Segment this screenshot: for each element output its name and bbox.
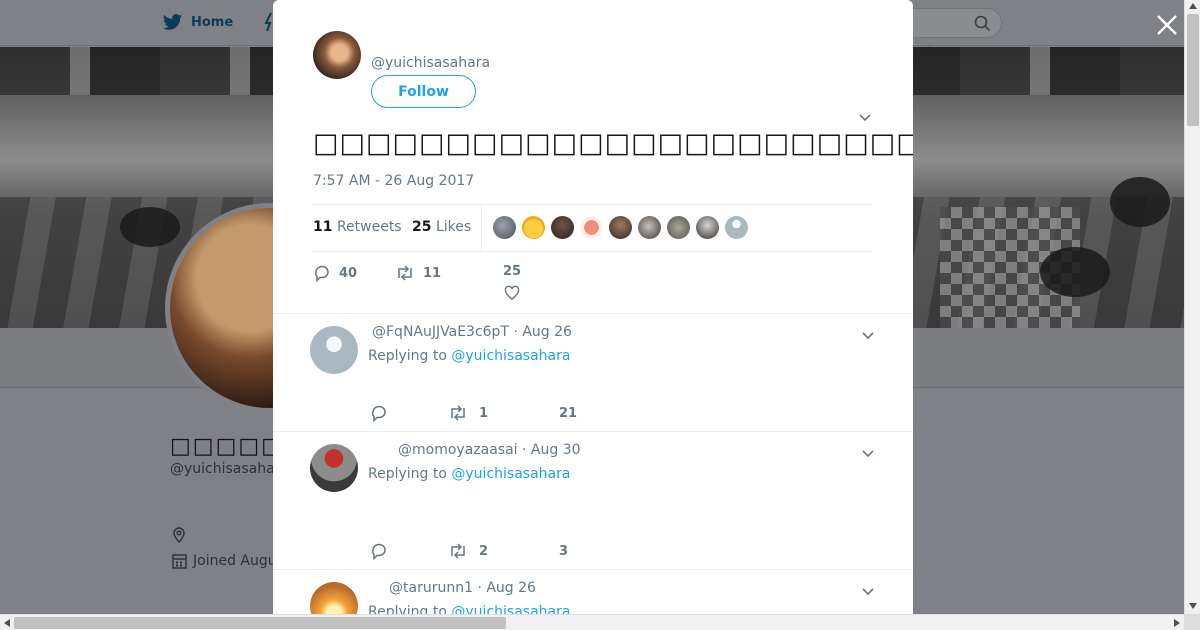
search-input[interactable] [900, 8, 1002, 38]
reply-author[interactable]: @tarurunn1 · Aug 26 [389, 580, 536, 596]
reply-icon[interactable] [370, 404, 388, 422]
reply-count: 40 [339, 265, 358, 281]
joined-text: Joined Augu [193, 553, 277, 569]
retweet-icon[interactable] [448, 404, 468, 422]
replying-prefix: Replying to [368, 348, 447, 364]
chevron-down-icon[interactable] [861, 446, 875, 460]
liker-avatar[interactable] [580, 216, 603, 239]
replying-prefix: Replying to [368, 604, 447, 614]
author-avatar[interactable] [313, 31, 361, 79]
reply-like-count: 21 [559, 406, 578, 421]
liker-avatar[interactable] [696, 216, 719, 239]
reply-item[interactable]: @tarurunn1 · Aug 26 Replying to @yuichis… [273, 569, 913, 614]
liker-avatars [493, 216, 748, 239]
reply-avatar[interactable] [310, 326, 358, 374]
reply-date: · Aug 30 [522, 442, 581, 458]
retweet-button[interactable]: 11 [395, 264, 441, 282]
tweet-text: □□□□□□□□□□□□□□□□□□□□□□□□□□□□□□□□□□□□□□□□… [313, 128, 913, 159]
retweets-label: Retweets [336, 219, 402, 235]
tweet-modal: @yuichisasahara Follow □□□□□□□□□□□□□□□□□… [273, 0, 913, 614]
horizontal-scroll-thumb[interactable] [14, 617, 506, 629]
reply-author[interactable]: @momoyazaasai · Aug 30 [398, 442, 581, 458]
reply-date: · Aug 26 [513, 324, 572, 340]
liker-avatar[interactable] [638, 216, 661, 239]
liker-avatar[interactable] [522, 216, 545, 239]
reply-avatar[interactable] [310, 444, 358, 492]
location-icon [173, 527, 185, 543]
horizontal-scrollbar[interactable] [0, 614, 1184, 630]
retweet-count: 11 [423, 265, 442, 281]
liker-avatar[interactable] [725, 216, 748, 239]
retweets-count: 11 [313, 219, 333, 235]
reply-handle: @momoyazaasai [398, 442, 518, 458]
reply-date: · Aug 26 [477, 580, 536, 596]
reply-like-count: 3 [559, 544, 569, 559]
liker-avatar[interactable] [493, 216, 516, 239]
retweets-stat[interactable]: 11 Retweets [313, 219, 402, 235]
scrollbar-corner [1184, 614, 1200, 630]
author-handle[interactable]: @yuichisasahara [371, 55, 490, 71]
calendar-icon [172, 554, 187, 569]
chevron-down-icon[interactable] [861, 584, 875, 598]
reply-item[interactable]: @FqNAuJJVaE3c6pT · Aug 26 Replying to @y… [273, 313, 913, 432]
reply-handle: @tarurunn1 [389, 580, 473, 596]
retweet-icon [398, 265, 412, 281]
replying-to-link[interactable]: @yuichisasahara [451, 348, 570, 364]
scroll-left-icon[interactable] [4, 619, 10, 627]
tweet-actions: 40 11 25 [313, 264, 873, 304]
profile-handle: @yuichisasahara [170, 461, 290, 477]
liker-avatar[interactable] [667, 216, 690, 239]
reply-retweet-count: 2 [479, 544, 489, 559]
profile-name: □□□□□ [170, 434, 284, 459]
replying-to: Replying to @yuichisasahara [368, 466, 570, 482]
profile-joined: Joined Augu [172, 553, 277, 569]
replying-to: Replying to @yuichisasahara [368, 604, 570, 614]
scroll-up-icon[interactable] [1189, 3, 1197, 9]
tweet-stats: 11 Retweets 25 Likes [313, 204, 873, 252]
twitter-bird-icon [162, 14, 183, 30]
nav-home[interactable]: Home [162, 12, 233, 33]
scroll-right-icon[interactable] [1174, 619, 1180, 627]
replying-to-link[interactable]: @yuichisasahara [451, 466, 570, 482]
reply-handle: @FqNAuJJVaE3c6pT [372, 324, 509, 340]
reply-button[interactable]: 40 [313, 264, 357, 282]
reply-author[interactable]: @FqNAuJJVaE3c6pT · Aug 26 [372, 324, 572, 340]
chevron-down-icon[interactable] [861, 328, 875, 342]
reply-icon[interactable] [370, 542, 388, 560]
nav-home-label: Home [191, 15, 234, 30]
liker-avatar[interactable] [551, 216, 574, 239]
reply-retweet-count: 1 [479, 406, 489, 421]
like-count: 25 [503, 264, 522, 279]
vertical-scrollbar[interactable] [1184, 0, 1200, 614]
search-icon [974, 15, 991, 32]
chevron-down-icon[interactable] [858, 110, 872, 124]
liker-avatar[interactable] [609, 216, 632, 239]
likes-label: Likes [435, 219, 472, 235]
close-icon[interactable] [1154, 12, 1180, 38]
reply-item[interactable]: @momoyazaasai · Aug 30 Replying to @yuic… [273, 431, 913, 570]
likes-count: 25 [412, 219, 432, 235]
vertical-scroll-thumb[interactable] [1187, 14, 1199, 126]
heart-icon [504, 285, 520, 300]
replying-prefix: Replying to [368, 466, 447, 482]
tweet-timestamp[interactable]: 7:57 AM - 26 Aug 2017 [313, 173, 474, 189]
scroll-down-icon[interactable] [1189, 603, 1197, 609]
follow-button[interactable]: Follow [371, 75, 476, 108]
likes-stat[interactable]: 25 Likes [412, 219, 471, 235]
reply-icon [315, 265, 329, 282]
replying-to-link[interactable]: @yuichisasahara [451, 604, 570, 614]
replying-to: Replying to @yuichisasahara [368, 348, 570, 364]
reply-avatar[interactable] [310, 582, 358, 614]
like-button[interactable]: 25 [503, 264, 521, 301]
retweet-icon[interactable] [448, 542, 468, 560]
